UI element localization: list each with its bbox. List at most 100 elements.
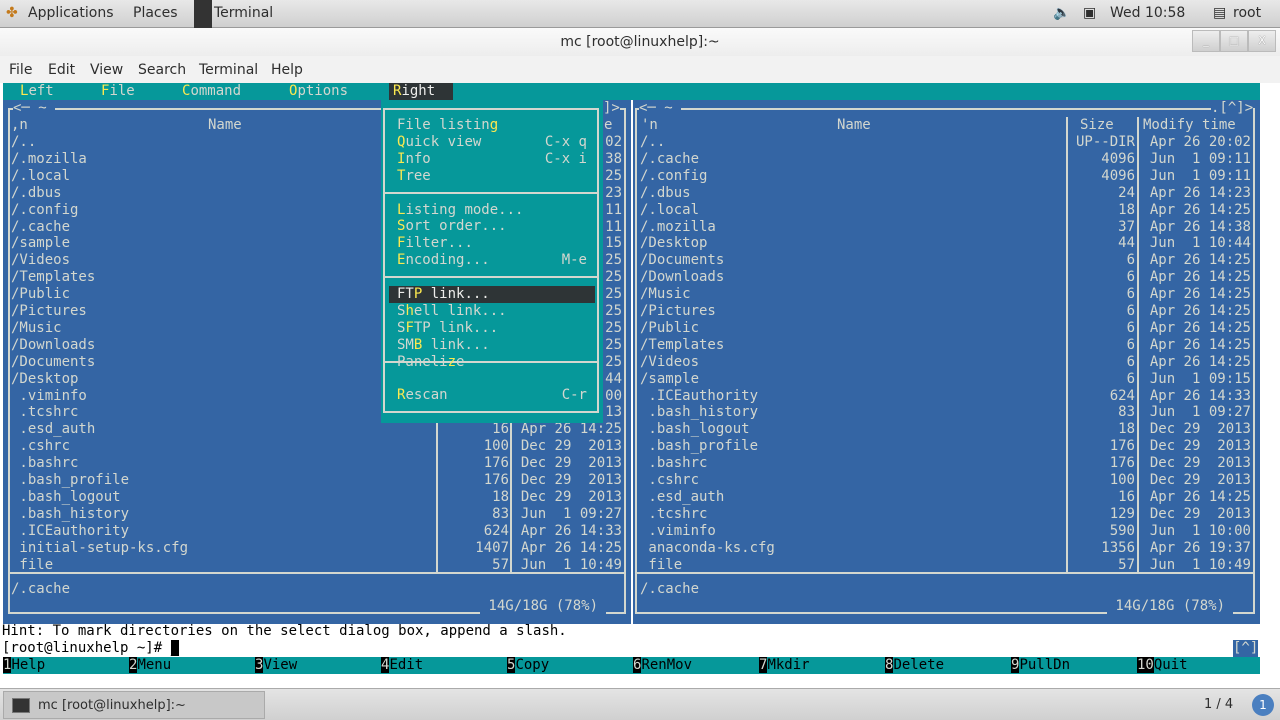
- menu-item-text: ree: [405, 167, 431, 184]
- network-icon[interactable]: ▣: [1083, 5, 1096, 21]
- menu-item-smb-link[interactable]: SMB link...: [389, 337, 595, 354]
- right-panel-row[interactable]: /Documents 6 Apr 26 14:25: [633, 252, 1260, 269]
- mc-menu-options[interactable]: Options: [285, 83, 352, 100]
- menu-item-filter[interactable]: Filter...: [389, 235, 595, 252]
- left-panel-row[interactable]: .esd_auth 16 Apr 26 14:25: [3, 421, 631, 438]
- left-panel-path[interactable]: <─ ~: [13, 100, 56, 117]
- right-sort-indicator[interactable]: 'n: [641, 117, 658, 134]
- mc-menu-command[interactable]: Command: [178, 83, 245, 100]
- menu-terminal[interactable]: Terminal: [199, 62, 258, 78]
- right-panel-row[interactable]: .tcshrc 129 Dec 29 2013: [633, 506, 1260, 523]
- right-panel-row[interactable]: /.cache 4096 Jun 1 09:11: [633, 151, 1260, 168]
- right-panel-row[interactable]: /.dbus 24 Apr 26 14:23: [633, 185, 1260, 202]
- left-sort-indicator[interactable]: ,n: [11, 117, 28, 134]
- left-panel-row[interactable]: .bash_profile 176 Dec 29 2013: [3, 472, 631, 489]
- right-panel-row[interactable]: /.mozilla 37 Apr 26 14:38: [633, 219, 1260, 236]
- fkey-mkdir[interactable]: 7Mkdir: [759, 657, 810, 674]
- menu-item-sftp-link[interactable]: SFTP link...: [389, 320, 595, 337]
- right-panel-row[interactable]: anaconda-ks.cfg 1356 Apr 26 19:37: [633, 540, 1260, 557]
- right-panel-row[interactable]: .bash_profile 176 Dec 29 2013: [633, 438, 1260, 455]
- right-panel-row[interactable]: .viminfo 590 Jun 1 10:00: [633, 523, 1260, 540]
- right-panel-row[interactable]: .bash_logout 18 Dec 29 2013: [633, 421, 1260, 438]
- maximize-button[interactable]: □: [1220, 30, 1248, 52]
- right-panel-row[interactable]: .esd_auth 16 Apr 26 14:25: [633, 489, 1260, 506]
- right-panel-row[interactable]: /Downloads 6 Apr 26 14:25: [633, 269, 1260, 286]
- menu-item-ftp-link[interactable]: FTP link...: [389, 286, 595, 303]
- left-panel-row[interactable]: .bash_logout 18 Dec 29 2013: [3, 489, 631, 506]
- right-panel-row[interactable]: /Videos 6 Apr 26 14:25: [633, 354, 1260, 371]
- right-panel-row[interactable]: .cshrc 100 Dec 29 2013: [633, 472, 1260, 489]
- fkey-delete[interactable]: 8Delete: [885, 657, 944, 674]
- right-panel-row[interactable]: .ICEauthority 624 Apr 26 14:33: [633, 388, 1260, 405]
- terminal-area[interactable]: Left File Command Options Right <─ ~ ]> ,n N…: [0, 83, 1280, 688]
- left-time-header[interactable]: e: [604, 117, 612, 134]
- right-panel-row[interactable]: /Templates 6 Apr 26 14:25: [633, 337, 1260, 354]
- minimize-button[interactable]: _: [1192, 30, 1220, 52]
- fkey-renmov[interactable]: 6RenMov: [633, 657, 692, 674]
- left-panel-row[interactable]: .bash_history 83 Jun 1 09:27: [3, 506, 631, 523]
- fkey-view[interactable]: 3View: [255, 657, 297, 674]
- prompt-scroll-indicator[interactable]: [^]: [1233, 640, 1259, 657]
- workspace-switcher[interactable]: 1 / 4: [1204, 697, 1233, 712]
- left-name-header[interactable]: Name: [208, 117, 242, 134]
- menu-item-sort-order[interactable]: Sort order...: [389, 218, 595, 235]
- places-menu[interactable]: Places: [133, 5, 178, 21]
- menu-item-encoding[interactable]: Encoding... M-e: [389, 252, 595, 269]
- right-panel-row[interactable]: .bashrc 176 Dec 29 2013: [633, 455, 1260, 472]
- left-panel-row[interactable]: file 57 Jun 1 10:49: [3, 557, 631, 574]
- taskbar-window-button[interactable]: mc [root@linuxhelp]:~: [3, 691, 265, 719]
- left-panel-row[interactable]: .ICEauthority 624 Apr 26 14:33: [3, 523, 631, 540]
- right-panel-row[interactable]: /.. UP--DIR Apr 26 20:02: [633, 134, 1260, 151]
- right-panel-row[interactable]: /Pictures 6 Apr 26 14:25: [633, 303, 1260, 320]
- right-panel-row[interactable]: .bash_history 83 Jun 1 09:27: [633, 404, 1260, 421]
- right-panel-path[interactable]: <─ ~: [639, 100, 682, 117]
- mc-menu-left[interactable]: Left: [16, 83, 58, 100]
- fkey-copy[interactable]: 5Copy: [507, 657, 549, 674]
- menu-help[interactable]: Help: [271, 62, 303, 78]
- menu-item-tree[interactable]: Tree: [389, 168, 595, 185]
- left-panel-scroll-indicator[interactable]: ]>: [603, 100, 620, 117]
- menu-item-panelize[interactable]: Panelize: [389, 354, 595, 371]
- fkey-pulldn[interactable]: 9PullDn: [1011, 657, 1070, 674]
- applications-menu[interactable]: Applications: [28, 5, 114, 21]
- volume-icon[interactable]: 🔈: [1053, 5, 1070, 21]
- menu-edit[interactable]: Edit: [48, 62, 75, 78]
- clock[interactable]: Wed 10:58: [1110, 5, 1185, 21]
- mc-menu-right[interactable]: Right: [389, 83, 453, 100]
- right-panel-row[interactable]: /.local 18 Apr 26 14:25: [633, 202, 1260, 219]
- left-panel-row[interactable]: .bashrc 176 Dec 29 2013: [3, 455, 631, 472]
- menu-item-file-listing[interactable]: File listing: [389, 117, 595, 134]
- close-button[interactable]: X: [1248, 30, 1276, 52]
- fkey-edit[interactable]: 4Edit: [381, 657, 423, 674]
- menu-item-listing-mode[interactable]: Listing mode...: [389, 202, 595, 219]
- fkey-quit[interactable]: 10Quit: [1137, 657, 1188, 674]
- menu-item-shell-link[interactable]: Shell link...: [389, 303, 595, 320]
- mc-menu-file[interactable]: File: [97, 83, 139, 100]
- right-name-header[interactable]: Name: [837, 117, 871, 134]
- right-panel-row[interactable]: file 57 Jun 1 10:49: [633, 557, 1260, 574]
- right-panel-row[interactable]: /sample 6 Jun 1 09:15: [633, 371, 1260, 388]
- menu-search[interactable]: Search: [138, 62, 186, 78]
- right-panel-row[interactable]: /Desktop 44 Jun 1 10:44: [633, 235, 1260, 252]
- fkey-help[interactable]: 1Help: [3, 657, 45, 674]
- right-time-header[interactable]: Modify time: [1143, 117, 1236, 134]
- terminal-launcher[interactable]: Terminal: [214, 5, 273, 21]
- right-size-header[interactable]: Size: [1080, 117, 1114, 134]
- left-panel-row[interactable]: initial-setup-ks.cfg 1407 Apr 26 14:25: [3, 540, 631, 557]
- menu-item-quick-view[interactable]: Quick view C-x q: [389, 134, 595, 151]
- user-menu[interactable]: root: [1233, 5, 1261, 21]
- menu-view[interactable]: View: [90, 62, 123, 78]
- right-panel-scroll-indicator[interactable]: .[^]>: [1211, 100, 1254, 117]
- right-panel-row[interactable]: /Public 6 Apr 26 14:25: [633, 320, 1260, 337]
- menu-item-rescan[interactable]: Rescan C-r: [389, 387, 595, 404]
- notification-badge[interactable]: 1: [1252, 694, 1274, 716]
- menu-item-info[interactable]: Info C-x i: [389, 151, 595, 168]
- right-panel-row[interactable]: /.config 4096 Jun 1 09:11: [633, 168, 1260, 185]
- left-panel-row[interactable]: .cshrc 100 Dec 29 2013: [3, 438, 631, 455]
- right-panel-row[interactable]: /Music 6 Apr 26 14:25: [633, 286, 1260, 303]
- right-panel[interactable]: <─ ~ .[^]> 'n Name Size Modify time /.. U…: [633, 100, 1260, 624]
- fkey-menu[interactable]: 2Menu: [129, 657, 171, 674]
- command-prompt[interactable]: [root@linuxhelp ~]# _: [2, 640, 180, 657]
- terminal-launcher-icon[interactable]: [194, 0, 212, 28]
- menu-file[interactable]: File: [9, 62, 32, 78]
